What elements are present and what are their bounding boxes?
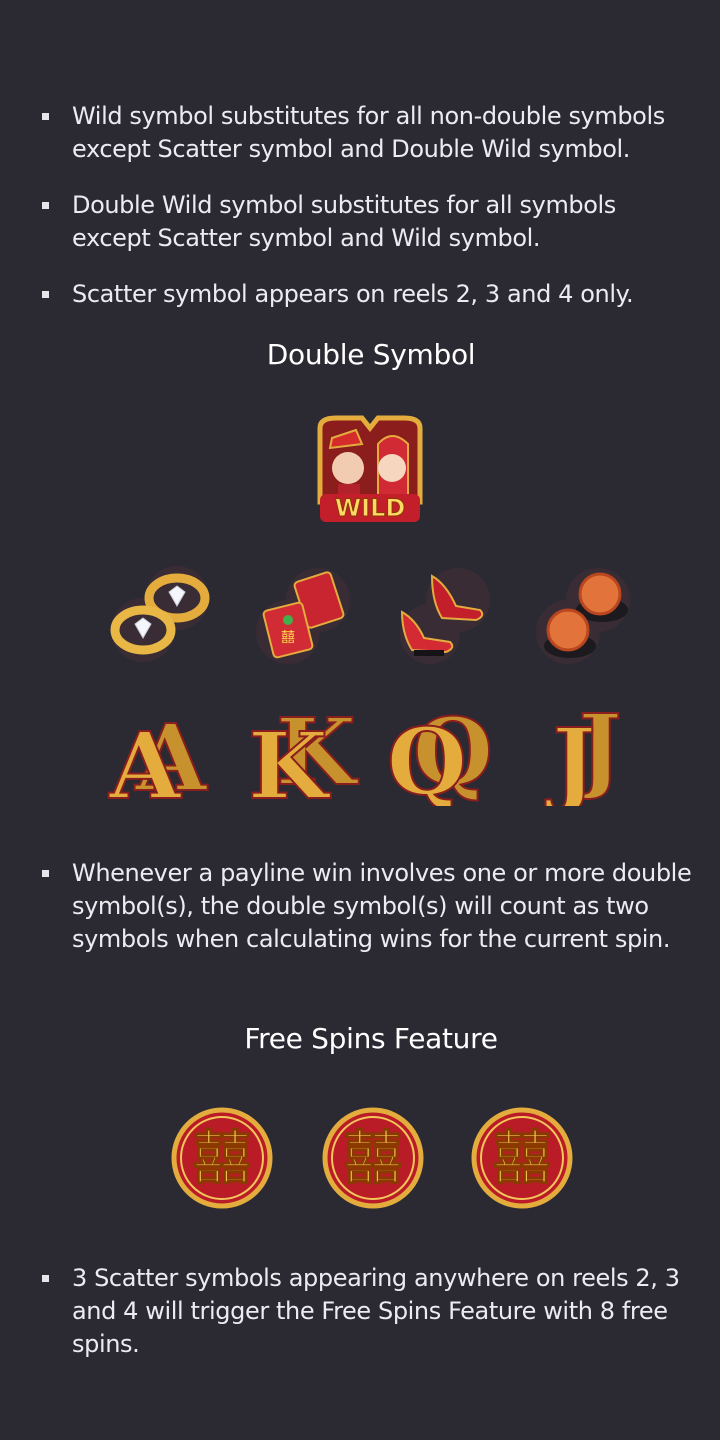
mooncakes-icon [528, 562, 638, 668]
rules-list-top: Wild symbol substitutes for all non-doub… [40, 100, 696, 311]
scatter-glyph: 囍 [193, 1124, 251, 1192]
scatter-symbol: 囍 [470, 1106, 574, 1210]
double-wild-symbol: WILD [312, 414, 428, 526]
bullet-icon [42, 291, 49, 298]
rules-list-free-spins: 3 Scatter symbols appearing anywhere on … [40, 1262, 696, 1361]
list-item: Scatter symbol appears on reels 2, 3 and… [40, 278, 696, 311]
rule-text: 3 Scatter symbols appearing anywhere on … [72, 1264, 680, 1358]
double-q-symbol: Q Q [385, 700, 497, 806]
double-a-symbol: A A [105, 700, 217, 806]
wild-label: WILD [335, 494, 406, 522]
rule-text: Double Wild symbol substitutes for all s… [72, 191, 616, 252]
bullet-icon [42, 202, 49, 209]
double-j-front: J [545, 708, 596, 806]
rule-text: Wild symbol substitutes for all non-doub… [72, 102, 665, 163]
svg-text:囍: 囍 [281, 630, 295, 646]
double-k-symbol: K K [248, 700, 360, 806]
scatter-glyph: 囍 [344, 1124, 402, 1192]
scatter-glyph: 囍 [493, 1124, 551, 1192]
double-a-front: A [108, 712, 182, 806]
scatter-symbol: 囍 [321, 1106, 425, 1210]
list-item: 3 Scatter symbols appearing anywhere on … [40, 1262, 696, 1361]
double-q-front: Q [387, 708, 467, 806]
list-item: Wild symbol substitutes for all non-doub… [40, 100, 696, 166]
rule-text: Whenever a payline win involves one or m… [72, 859, 692, 953]
bullet-icon [42, 113, 49, 120]
list-item: Whenever a payline win involves one or m… [40, 857, 696, 956]
double-j-symbol: J J [530, 700, 642, 806]
section-title-double-symbol: Double Symbol [266, 338, 476, 371]
bullet-icon [42, 1275, 49, 1282]
gold-rings-icon [105, 560, 215, 666]
scatter-symbol: 囍 [170, 1106, 274, 1210]
rules-list-double: Whenever a payline win involves one or m… [40, 857, 696, 956]
red-envelopes-icon: 囍 [248, 562, 358, 668]
section-title-free-spins: Free Spins Feature [244, 1022, 498, 1055]
double-k-front: K [248, 712, 331, 806]
red-shoes-icon [388, 562, 498, 668]
list-item: Double Wild symbol substitutes for all s… [40, 189, 696, 255]
bullet-icon [42, 870, 49, 877]
rule-text: Scatter symbol appears on reels 2, 3 and… [72, 280, 634, 308]
